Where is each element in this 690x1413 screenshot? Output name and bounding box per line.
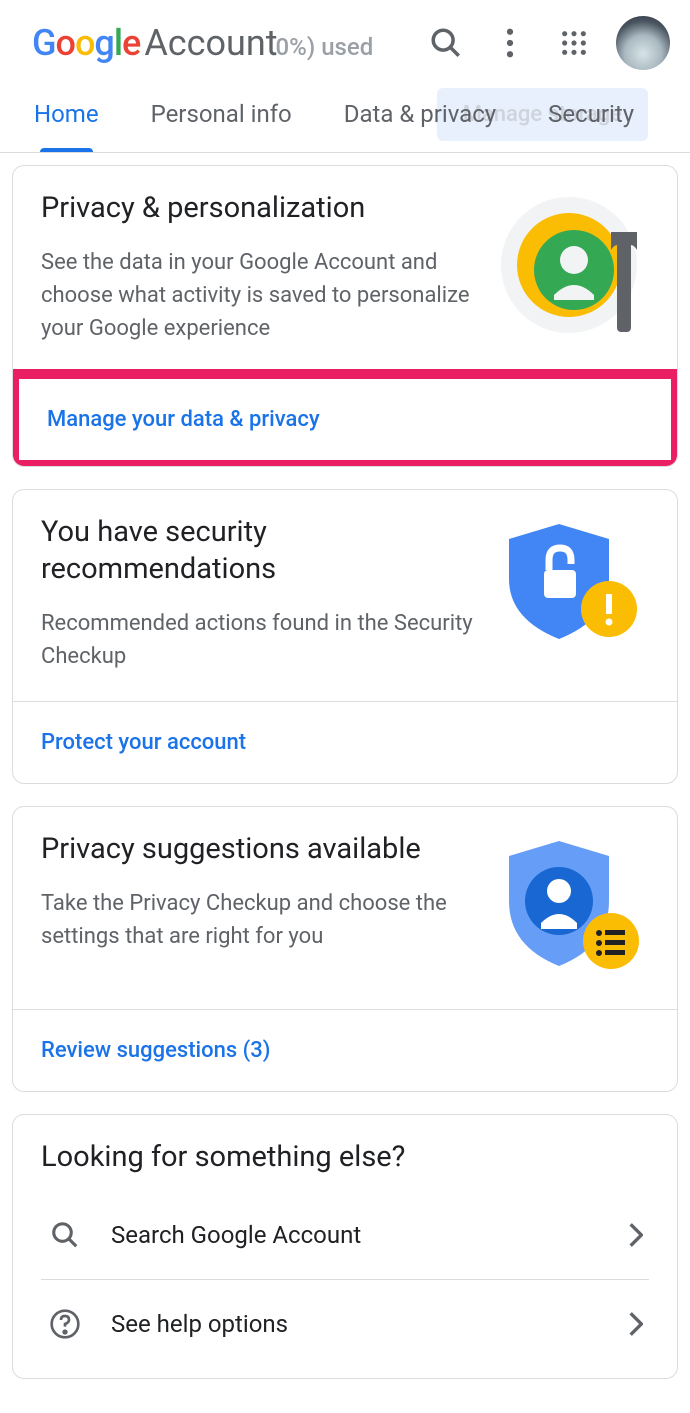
privacy-illustration-icon [499,190,649,340]
security-card-title: You have security recommendations [41,514,479,589]
privacy-card-desc: See the data in your Google Account and … [41,246,479,345]
tab-security[interactable]: Security [548,100,634,152]
avatar[interactable] [616,16,670,70]
main-content: Privacy & personalization See the data i… [0,153,690,1413]
looking-card-title: Looking for something else? [41,1139,649,1177]
suggestions-card: Privacy suggestions available Take the P… [12,806,678,1092]
search-google-account-row[interactable]: Search Google Account [41,1191,649,1280]
search-icon [47,1217,83,1253]
storage-used-text: 0%) used [276,33,374,61]
chevron-right-icon [629,1223,643,1247]
manage-data-privacy-link[interactable]: Manage your data & privacy [12,369,678,467]
privacy-card: Privacy & personalization See the data i… [12,165,678,467]
security-shield-icon [499,514,649,654]
chevron-right-icon [629,1312,643,1336]
looking-card: Looking for something else? Search Googl… [12,1114,678,1379]
protect-account-link[interactable]: Protect your account [13,701,677,783]
security-card: You have security recommendations Recomm… [12,489,678,784]
suggestions-card-title: Privacy suggestions available [41,831,479,869]
help-row-label: See help options [111,1310,601,1338]
see-help-options-row[interactable]: See help options [41,1280,649,1368]
privacy-card-title: Privacy & personalization [41,190,479,228]
tab-data-privacy[interactable]: Data & privacy [344,100,496,152]
security-card-desc: Recommended actions found in the Securit… [41,607,479,673]
logo-account-text: Account [144,22,277,64]
help-icon [47,1306,83,1342]
google-account-logo: Google Account 0%) used [32,22,404,64]
apps-grid-icon[interactable] [552,21,596,65]
nav-tabs: Home Personal info Data & privacy Securi… [0,70,690,153]
search-icon[interactable] [424,21,468,65]
more-menu-icon[interactable] [488,21,532,65]
suggestions-card-desc: Take the Privacy Checkup and choose the … [41,887,479,953]
app-header: Google Account 0%) used [0,0,690,70]
review-suggestions-link[interactable]: Review suggestions (3) [13,1009,677,1091]
tab-personal-info[interactable]: Personal info [151,100,292,152]
tab-home[interactable]: Home [34,100,99,152]
suggestions-shield-icon [499,831,649,981]
search-row-label: Search Google Account [111,1221,601,1249]
